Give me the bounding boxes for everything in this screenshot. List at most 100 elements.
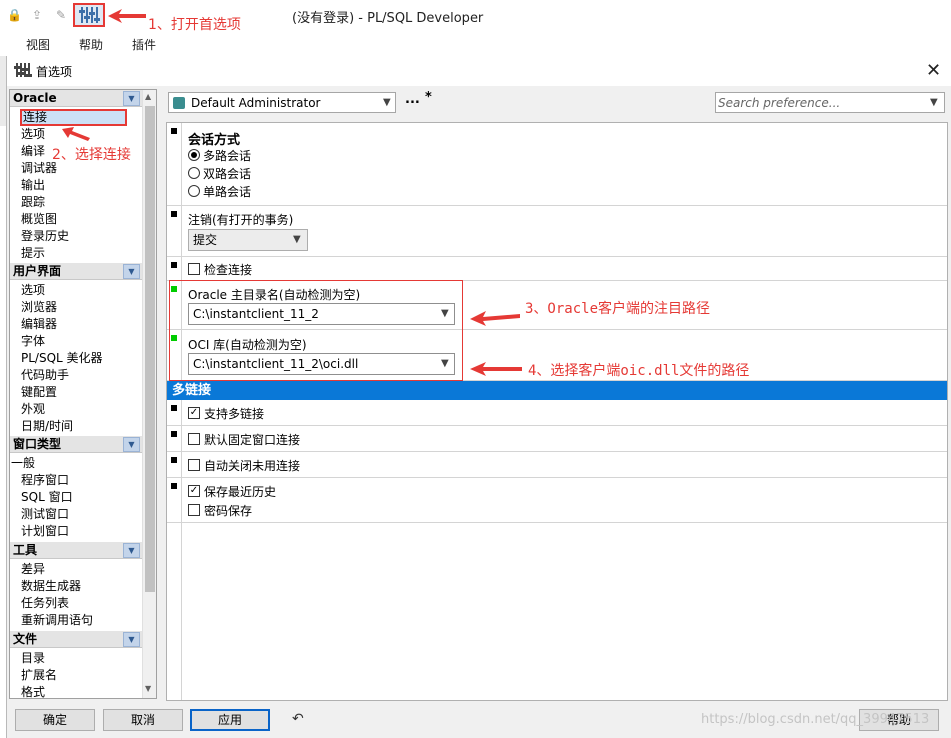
tree-item[interactable]: SQL 窗口	[21, 489, 73, 506]
tree-item[interactable]: 任务列表	[21, 595, 69, 612]
database-icon	[173, 97, 185, 109]
setting-multi-support: ✓ 支持多链接	[167, 400, 947, 426]
checkbox-save-history[interactable]: ✓ 保存最近历史	[188, 483, 276, 499]
dialog-titlebar: 首选项 ✕	[7, 56, 951, 86]
ok-button[interactable]: 确定	[15, 709, 95, 731]
apply-button[interactable]: 应用	[190, 709, 270, 731]
tree-item[interactable]: PL/SQL 美化器	[21, 350, 103, 367]
profile-more-button[interactable]: ...	[405, 92, 420, 107]
chevron-down-icon[interactable]: ▼	[293, 230, 301, 250]
chevron-down-icon[interactable]: ▼	[123, 264, 140, 279]
tree-item[interactable]: 选项	[21, 126, 45, 143]
profile-modified-marker: *	[425, 90, 432, 105]
tree-item[interactable]: 选项	[21, 282, 45, 299]
tree-item[interactable]: 扩展名	[21, 667, 57, 684]
marker-icon	[171, 457, 177, 463]
menu-help[interactable]: 帮助	[79, 36, 103, 53]
pin-icon[interactable]: ✎	[54, 8, 68, 22]
annotation-step-3: 3、Oracle客户端的注目路径	[525, 301, 711, 317]
tree-item[interactable]: 字体	[21, 333, 45, 350]
tree-item[interactable]: 日期/时间	[21, 418, 73, 435]
tree-item[interactable]: 程序窗口	[21, 472, 69, 489]
tree-item[interactable]: 计划窗口	[21, 523, 69, 540]
tree-group-tools[interactable]: 工具 ▼	[10, 542, 142, 559]
radio-single-session[interactable]: 单路会话	[188, 183, 251, 199]
tree-item[interactable]: 差异	[21, 561, 45, 578]
tree-group-files[interactable]: 文件 ▼	[10, 631, 142, 648]
checkbox-multi-support[interactable]: ✓ 支持多链接	[188, 405, 264, 421]
menu-plugins[interactable]: 插件	[132, 36, 156, 53]
tree-item[interactable]: 测试窗口	[21, 506, 69, 523]
settings-panel: 会话方式 多路会话 双路会话 单路会话 注销(有打开的事务) 提交 ▼ 检查连接	[166, 122, 948, 701]
window-title: (没有登录) - PL/SQL Developer	[292, 11, 484, 26]
marker-icon	[171, 483, 177, 489]
tree-item[interactable]: 登录历史	[21, 228, 69, 245]
marker-icon	[171, 431, 177, 437]
unlock-icon[interactable]: ⇪	[30, 8, 44, 22]
tree-group-oracle[interactable]: Oracle ▼	[10, 90, 142, 107]
tree-item[interactable]: 目录	[21, 650, 45, 667]
scrollbar-thumb[interactable]	[145, 106, 155, 592]
preferences-sliders-icon	[78, 7, 100, 23]
tree-group-window-types[interactable]: 窗口类型 ▼	[10, 436, 142, 453]
tree-item[interactable]: 一般	[11, 455, 35, 472]
tree-item[interactable]: 编辑器	[21, 316, 57, 333]
preferences-dialog: 首选项 ✕ Oracle ▼ 连接 选项 编译 调试器 输出 跟踪 概览图 登录历…	[6, 56, 951, 738]
search-input[interactable]	[718, 94, 923, 111]
chevron-down-icon[interactable]: ▼	[383, 97, 391, 108]
setting-history: ✓ 保存最近历史 密码保存	[167, 478, 947, 523]
tree-item[interactable]: 提示	[21, 245, 45, 262]
menu-bar: 视图 帮助 插件	[0, 34, 951, 54]
radio-multi-session[interactable]: 多路会话	[188, 147, 251, 163]
chevron-down-icon[interactable]: ▼	[930, 97, 938, 108]
scroll-up-icon[interactable]: ▲	[145, 92, 151, 101]
checkbox-auto-close[interactable]: 自动关闭未用连接	[188, 457, 300, 473]
annotation-step-1: 1、打开首选项	[148, 17, 241, 33]
lock-icon[interactable]: 🔒	[7, 8, 22, 22]
tree-item[interactable]: 浏览器	[21, 299, 57, 316]
tree-item[interactable]: 概览图	[21, 211, 57, 228]
marker-icon	[171, 211, 177, 217]
tree-item[interactable]: 键配置	[21, 384, 57, 401]
chevron-down-icon[interactable]: ▼	[123, 632, 140, 647]
checkbox-check-connection[interactable]: 检查连接	[188, 261, 252, 277]
undo-icon[interactable]: ↶	[292, 711, 304, 727]
tree-item[interactable]: 格式	[21, 684, 45, 698]
tree-item[interactable]: 输出	[21, 177, 45, 194]
tree-item[interactable]: 代码助手	[21, 367, 69, 384]
section-multi-connection: 多链接	[167, 381, 947, 400]
cancel-button[interactable]: 取消	[103, 709, 183, 731]
tree-item-connection[interactable]: 连接	[20, 109, 127, 126]
checkbox-default-fixed[interactable]: 默认固定窗口连接	[188, 431, 300, 447]
annotation-step-4: 4、选择客户端oic.dll文件的路径	[528, 363, 750, 379]
menu-view[interactable]: 视图	[26, 36, 50, 53]
scroll-down-icon[interactable]: ▼	[145, 684, 151, 693]
annotation-highlight-box	[169, 280, 463, 381]
tree-item[interactable]: 编译	[21, 143, 45, 160]
search-preference[interactable]: ▼	[715, 92, 945, 113]
annotation-arrow-2	[62, 127, 90, 141]
chevron-down-icon[interactable]: ▼	[123, 91, 140, 106]
setting-auto-close: 自动关闭未用连接	[167, 452, 947, 478]
annotation-arrow-4	[470, 362, 522, 376]
logoff-select[interactable]: 提交 ▼	[188, 229, 308, 251]
gutter-line	[181, 523, 182, 700]
chevron-down-icon[interactable]: ▼	[123, 437, 140, 452]
settings-area: Default Administrator ▼ ... * ▼ 会话方式 多路会…	[166, 89, 948, 701]
checkbox-save-password[interactable]: 密码保存	[188, 502, 252, 518]
chevron-down-icon[interactable]: ▼	[123, 543, 140, 558]
tree-item[interactable]: 数据生成器	[21, 578, 81, 595]
radio-dual-session[interactable]: 双路会话	[188, 165, 251, 181]
tree-item[interactable]: 外观	[21, 401, 45, 418]
annotation-arrow-1	[108, 9, 146, 23]
dialog-title: 首选项	[36, 65, 73, 79]
tree-item[interactable]: 跟踪	[21, 194, 45, 211]
tree-scrollbar[interactable]: ▲ ▼	[142, 90, 156, 698]
profile-select[interactable]: Default Administrator ▼	[168, 92, 396, 113]
close-icon[interactable]: ✕	[926, 60, 941, 81]
setting-check-connection: 检查连接	[167, 257, 947, 281]
tree-item[interactable]: 重新调用语句	[21, 612, 93, 629]
preferences-button[interactable]	[73, 3, 105, 27]
setting-session-mode: 会话方式 多路会话 双路会话 单路会话	[167, 123, 947, 206]
tree-group-ui[interactable]: 用户界面 ▼	[10, 263, 142, 280]
